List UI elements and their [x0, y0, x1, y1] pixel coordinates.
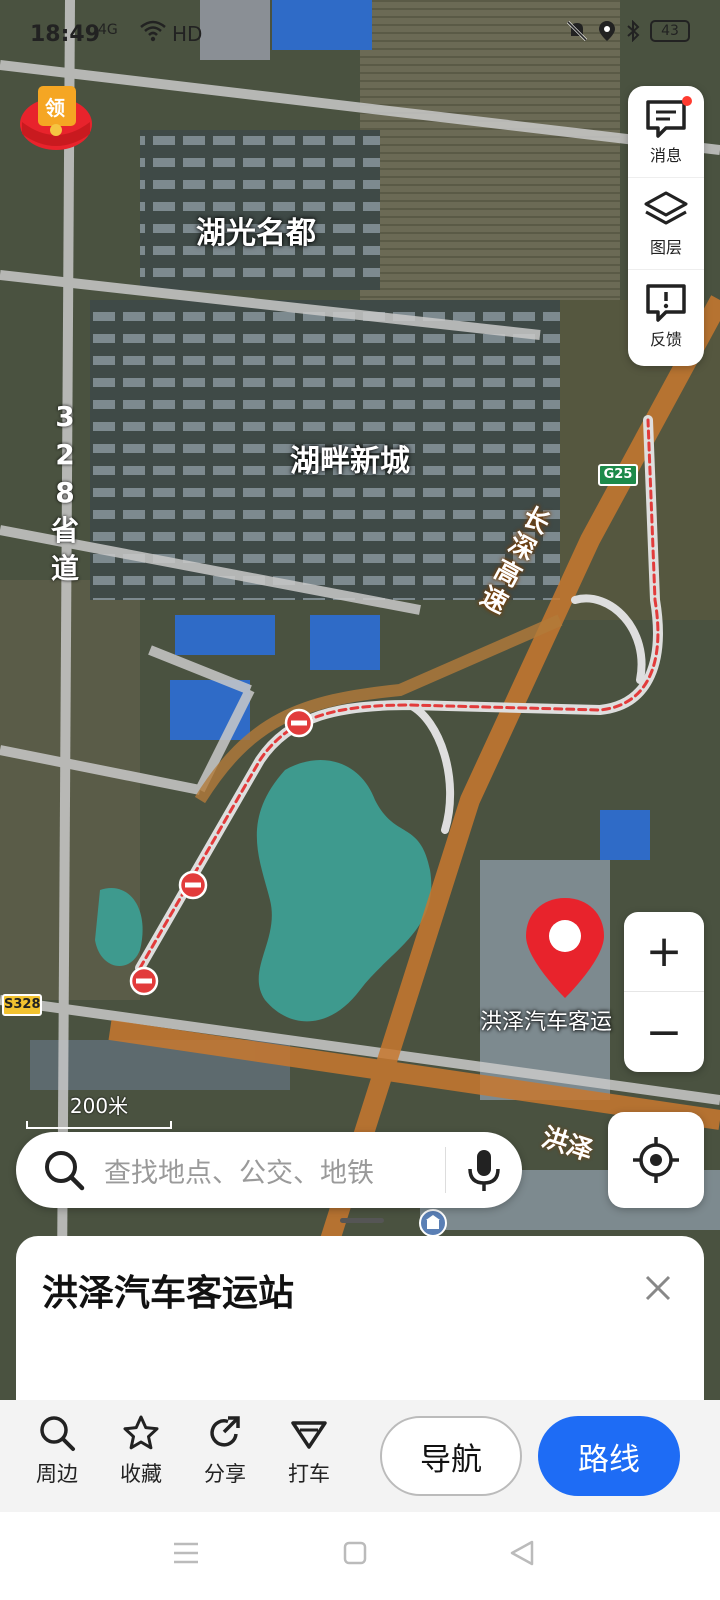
no-entry-icon	[178, 870, 208, 900]
layers-button[interactable]: 图层	[628, 178, 704, 270]
system-navigation-bar	[0, 1512, 720, 1600]
unread-dot	[682, 96, 692, 106]
s328-shield: S328	[2, 994, 42, 1016]
search-input[interactable]: 查找地点、公交、地铁	[104, 1151, 445, 1190]
messages-label: 消息	[649, 145, 682, 165]
share-button[interactable]: 分享	[190, 1414, 260, 1488]
status-bar: 18:49 4G HD 43	[0, 0, 720, 70]
voice-search-button[interactable]	[446, 1147, 522, 1193]
place-card: 洪泽汽车客运站	[16, 1236, 704, 1402]
navigate-button[interactable]: 导航	[380, 1416, 522, 1496]
search-bar[interactable]: 查找地点、公交、地铁	[16, 1132, 522, 1208]
scale-bar	[26, 1121, 172, 1129]
map-scale: 200米	[26, 1090, 172, 1129]
home-icon[interactable]	[342, 1540, 368, 1566]
battery-icon: 43	[650, 20, 690, 42]
layers-label: 图层	[649, 237, 682, 257]
network-hd-label: HD	[172, 22, 203, 46]
signal-icon: 4G	[98, 22, 118, 38]
favorite-label: 收藏	[120, 1462, 162, 1486]
status-right-icons: 43	[566, 20, 690, 42]
sheet-drag-handle[interactable]	[340, 1218, 384, 1223]
poi-label: 洪泽汽车客运	[480, 1010, 613, 1035]
star-icon	[123, 1415, 159, 1450]
status-time: 18:49	[30, 22, 101, 47]
nearby-label: 周边	[36, 1462, 78, 1486]
message-icon	[646, 99, 686, 138]
place-action-bar: 周边 收藏 分享 打车 导航 路线	[0, 1400, 720, 1512]
back-icon[interactable]	[508, 1539, 536, 1567]
no-entry-icon	[284, 708, 314, 738]
favorite-button[interactable]: 收藏	[106, 1414, 176, 1488]
crosshair-icon	[633, 1137, 679, 1183]
route-button[interactable]: 路线	[538, 1416, 680, 1496]
poi-icon	[419, 1209, 447, 1237]
map-label-huguang: 湖光名都	[196, 216, 316, 251]
road-name-char: 3	[55, 400, 75, 433]
taxi-icon	[291, 1421, 327, 1449]
road-name-char: 道	[50, 552, 79, 585]
road-name-char: 8	[55, 476, 75, 509]
map-label-s328-road: 3 2 8 省 道	[48, 398, 82, 588]
menu-icon[interactable]	[172, 1540, 200, 1566]
location-status-icon	[599, 21, 615, 41]
wifi-icon	[140, 20, 166, 48]
map-label-hupan: 湖畔新城	[290, 444, 410, 479]
layers-icon	[644, 191, 688, 224]
close-icon[interactable]	[642, 1272, 674, 1304]
g25-shield: G25	[598, 464, 638, 486]
share-icon	[210, 1416, 240, 1447]
messages-button[interactable]: 消息	[628, 86, 704, 178]
location-pin-icon[interactable]	[520, 894, 610, 1004]
place-title: 洪泽汽车客运站	[42, 1273, 295, 1314]
feedback-button[interactable]: 反馈	[628, 270, 704, 362]
scale-label: 200米	[69, 1094, 129, 1118]
search-icon	[40, 1416, 75, 1451]
microphone-icon	[468, 1150, 500, 1191]
feedback-label: 反馈	[649, 330, 682, 349]
road-name-char: 省	[50, 514, 79, 547]
zoom-in-button[interactable]: +	[624, 912, 704, 992]
nearby-button[interactable]: 周边	[22, 1414, 92, 1488]
bluetooth-icon	[627, 20, 640, 42]
red-envelope-label: 领	[45, 96, 65, 120]
taxi-button[interactable]: 打车	[274, 1414, 344, 1488]
zoom-out-button[interactable]: −	[624, 992, 704, 1072]
feedback-icon	[646, 284, 686, 322]
mute-bell-icon	[566, 20, 588, 42]
road-name-char: 2	[55, 438, 75, 471]
taxi-label: 打车	[288, 1462, 330, 1486]
map-tools-panel: 消息 图层 反馈	[628, 86, 704, 366]
share-label: 分享	[204, 1462, 246, 1486]
zoom-controls: + −	[624, 912, 704, 1072]
red-envelope-button[interactable]: 领	[18, 78, 94, 154]
no-entry-icon	[129, 966, 159, 996]
my-location-button[interactable]	[608, 1112, 704, 1208]
search-icon	[45, 1151, 85, 1191]
